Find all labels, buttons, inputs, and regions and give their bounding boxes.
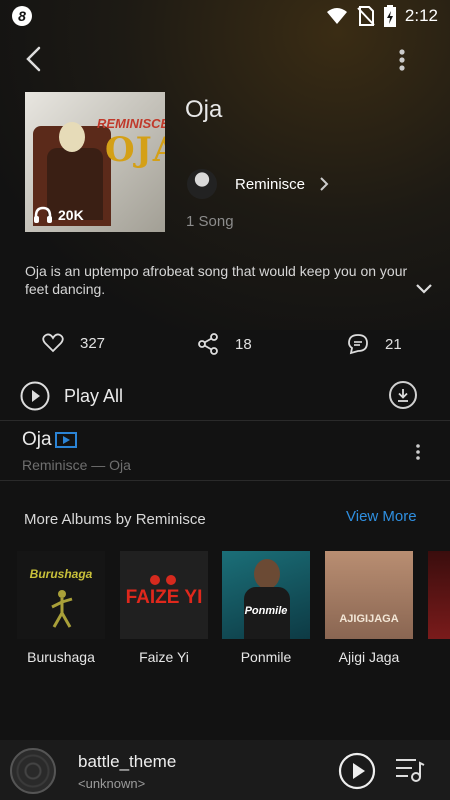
more-options-icon[interactable]: [392, 48, 412, 74]
album-name: Burushaga: [27, 649, 95, 665]
album-card-ponmile[interactable]: Ponmile Ponmile: [222, 551, 310, 665]
chevron-down-icon[interactable]: [414, 282, 434, 296]
app-logo-icon: 8: [12, 6, 32, 26]
mini-player[interactable]: [0, 740, 450, 800]
song-count: 1 Song: [186, 213, 234, 230]
playlist-icon[interactable]: [394, 755, 426, 785]
play-all-label: Play All: [64, 385, 124, 406]
share-icon: [198, 333, 218, 355]
thumb-text: FAIZE YI: [125, 587, 203, 608]
disc-icon[interactable]: [10, 748, 56, 794]
album-name: Ponmile: [240, 649, 292, 665]
album-card-ajigi-jaga[interactable]: AJIGIJAGA Ajigi Jaga: [325, 551, 413, 665]
like-button[interactable]: 327: [42, 333, 105, 353]
song-row[interactable]: Oja: [22, 429, 77, 451]
cover-title-text: OJA: [105, 130, 165, 170]
comment-button[interactable]: 21: [347, 333, 402, 355]
comment-icon: [348, 334, 368, 355]
track-artist: <unknown>: [78, 776, 146, 791]
cover-head-shape: [59, 122, 85, 152]
comment-count: 21: [385, 335, 402, 353]
back-arrow-icon[interactable]: [22, 44, 48, 74]
chevron-right-icon: [320, 177, 329, 191]
status-bar: 8 2:12: [0, 0, 450, 32]
album-thumb: Ponmile: [222, 551, 310, 639]
album-title: Oja: [185, 96, 223, 123]
status-time: 2:12: [404, 6, 438, 25]
music-video-icon[interactable]: [54, 432, 77, 448]
album-thumb: Burushaga: [17, 551, 105, 639]
play-all-button[interactable]: Play All: [20, 381, 123, 411]
artist-link[interactable]: Reminisce: [187, 166, 329, 202]
album-thumb: FAIZE YI: [120, 551, 208, 639]
like-count: 327: [80, 334, 106, 352]
album-name: Ajigi Jaga: [338, 649, 400, 665]
song-subtitle: Reminisce — Oja: [22, 457, 131, 473]
play-icon[interactable]: [338, 752, 376, 790]
divider: [0, 480, 450, 481]
album-name: Faize Yi: [139, 649, 189, 665]
album-card-partial[interactable]: [428, 551, 450, 639]
song-title: Oja: [22, 429, 52, 450]
divider: [0, 420, 450, 421]
dancer-figure: [51, 590, 73, 628]
artist-avatar: [187, 169, 217, 199]
more-albums-title: More Albums by Reminisce: [24, 511, 206, 528]
no-sim-icon: [357, 6, 375, 26]
share-count: 18: [235, 335, 252, 353]
song-more-icon[interactable]: [414, 443, 422, 461]
album-thumb: AJIGIJAGA: [325, 551, 413, 639]
view-more-link[interactable]: View More: [346, 508, 417, 525]
download-button[interactable]: [389, 381, 417, 409]
wifi-icon: [327, 8, 347, 24]
download-icon: [398, 389, 408, 402]
artist-name: Reminisce: [235, 175, 306, 193]
thumb-text: Burushaga: [29, 567, 93, 581]
thumb-text: AJIGIJAGA: [339, 613, 399, 625]
album-card-burushaga[interactable]: Burushaga Burushaga: [17, 551, 105, 665]
headphones-icon: [34, 206, 52, 223]
battery-charging-icon: [384, 5, 396, 27]
track-title: battle_theme: [78, 752, 177, 771]
heart-icon: [42, 333, 64, 353]
thumb-text: Ponmile: [244, 605, 288, 617]
play-count: 20K: [33, 206, 84, 224]
album-cover: REMINISCE OJA 20K: [25, 92, 165, 232]
play-circle-icon: [20, 381, 50, 411]
play-count-value: 20K: [58, 207, 84, 223]
album-card-faize-yi[interactable]: FAIZE YI Faize Yi: [120, 551, 208, 665]
share-button[interactable]: 18: [197, 333, 252, 355]
cover-artist-text: REMINISCE: [97, 116, 165, 131]
album-description: Oja is an uptempo afrobeat song that wou…: [25, 263, 408, 297]
